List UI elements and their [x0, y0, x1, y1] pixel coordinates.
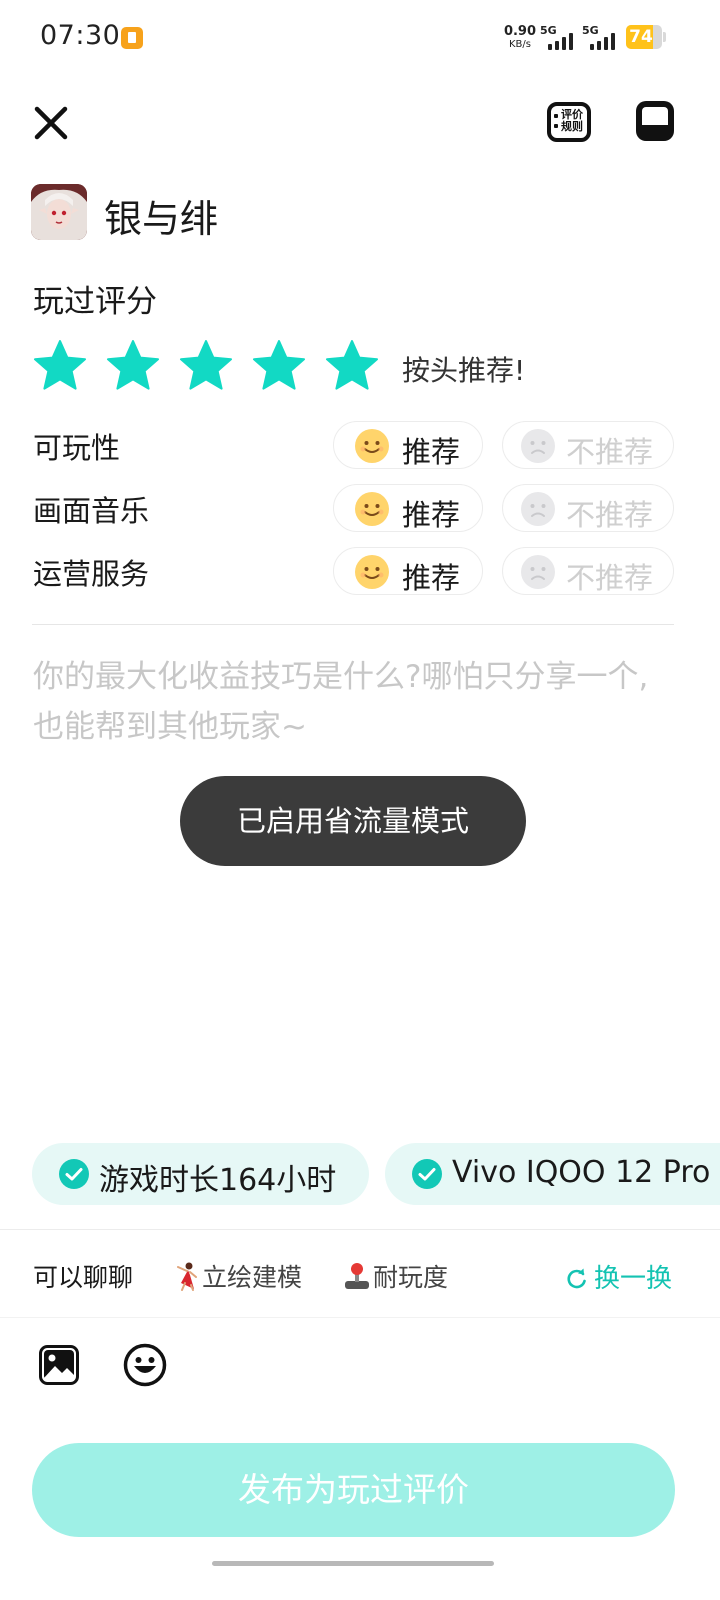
joystick-emoji-icon	[345, 1263, 369, 1289]
refresh-topics-button[interactable]: 换一换	[566, 1258, 672, 1295]
not-recommend-button[interactable]: 不推荐	[502, 547, 674, 595]
star-icon[interactable]	[324, 338, 380, 394]
signal-icon-sim2: 5G	[582, 24, 620, 52]
aspect-row-graphics-music: 画面音乐 推荐 不推荐	[0, 484, 720, 532]
not-recommend-label: 不推荐	[566, 561, 654, 595]
draft-box-icon[interactable]	[636, 101, 674, 141]
review-input[interactable]: 你的最大化收益技巧是什么?哪怕只分享一个,也能帮到其他玩家~	[33, 652, 673, 752]
status-bar: 07:30 0.90 KB/s 5G 5G 74	[0, 0, 720, 76]
rating-section-title: 玩过评分	[33, 284, 157, 320]
aspect-label: 画面音乐	[33, 494, 150, 528]
device-chip[interactable]: Vivo IQOO 12 Pro	[385, 1143, 720, 1205]
recommend-label: 推荐	[402, 561, 461, 595]
home-indicator[interactable]	[212, 1561, 494, 1566]
not-recommend-label: 不推荐	[566, 435, 654, 469]
toast-message: 已启用省流量模式	[180, 776, 526, 866]
divider	[0, 1317, 720, 1318]
playtime-chip[interactable]: 游戏时长164小时	[32, 1143, 369, 1205]
smile-face-icon	[355, 555, 389, 589]
star-icon[interactable]	[105, 338, 161, 394]
recommend-button[interactable]: 推荐	[333, 421, 483, 469]
sad-face-icon	[521, 429, 555, 463]
notification-app-icon	[121, 27, 143, 49]
dancer-emoji-icon	[177, 1262, 197, 1291]
aspect-label: 可玩性	[33, 431, 121, 465]
game-avatar	[31, 184, 87, 240]
aspect-label: 运营服务	[33, 557, 150, 591]
not-recommend-button[interactable]: 不推荐	[502, 421, 674, 469]
status-time: 07:30	[40, 20, 121, 51]
check-circle-icon	[412, 1159, 442, 1189]
check-circle-icon	[59, 1159, 89, 1189]
refresh-label: 换一换	[594, 1264, 673, 1294]
recommend-button[interactable]: 推荐	[333, 547, 483, 595]
rating-rules-label: 评价规则	[561, 108, 583, 133]
battery-cap	[663, 32, 666, 42]
topic-item-label: 立绘建模	[202, 1263, 303, 1292]
battery-level: 74	[629, 27, 653, 47]
publish-button[interactable]: 发布为玩过评价	[32, 1443, 675, 1537]
device-chip-label: Vivo IQOO 12 Pro	[452, 1155, 711, 1190]
battery-icon: 74	[626, 25, 662, 49]
sad-face-icon	[521, 492, 555, 526]
recommend-button[interactable]: 推荐	[333, 484, 483, 532]
star-icon[interactable]	[251, 338, 307, 394]
star-icon[interactable]	[178, 338, 234, 394]
star-rating[interactable]	[32, 338, 392, 394]
rating-rules-icon[interactable]: 评价规则	[547, 102, 591, 142]
divider	[0, 1229, 720, 1230]
not-recommend-label: 不推荐	[566, 498, 654, 532]
signal-icon-sim1: 5G	[540, 24, 578, 52]
playtime-chip-label: 游戏时长164小时	[99, 1163, 337, 1198]
emoji-icon[interactable]	[123, 1343, 167, 1387]
recommend-label: 推荐	[402, 435, 461, 469]
recommend-label: 推荐	[402, 498, 461, 532]
game-title: 银与绯	[104, 197, 219, 241]
sad-face-icon	[521, 555, 555, 589]
topic-label: 可以聊聊	[33, 1263, 134, 1292]
rating-caption: 按头推荐!	[402, 354, 526, 387]
close-icon[interactable]	[32, 104, 70, 142]
network-speed-value: 0.90	[503, 24, 537, 39]
topic-suggestions: 可以聊聊 立绘建模 耐玩度 换一换	[0, 1252, 720, 1298]
topic-item[interactable]: 立绘建模	[172, 1258, 302, 1294]
topic-item-label: 耐玩度	[373, 1263, 449, 1292]
smile-face-icon	[355, 492, 389, 526]
topic-item[interactable]: 耐玩度	[343, 1258, 448, 1294]
refresh-icon	[567, 1268, 586, 1289]
aspect-row-operations: 运营服务 推荐 不推荐	[0, 547, 720, 595]
smile-face-icon	[355, 429, 389, 463]
network-speed: 0.90 KB/s	[503, 25, 537, 51]
aspect-row-playability: 可玩性 推荐 不推荐	[0, 421, 720, 469]
not-recommend-button[interactable]: 不推荐	[502, 484, 674, 532]
image-icon[interactable]	[39, 1345, 79, 1385]
star-icon[interactable]	[32, 338, 88, 394]
divider	[32, 624, 674, 625]
network-speed-unit: KB/s	[509, 39, 531, 50]
